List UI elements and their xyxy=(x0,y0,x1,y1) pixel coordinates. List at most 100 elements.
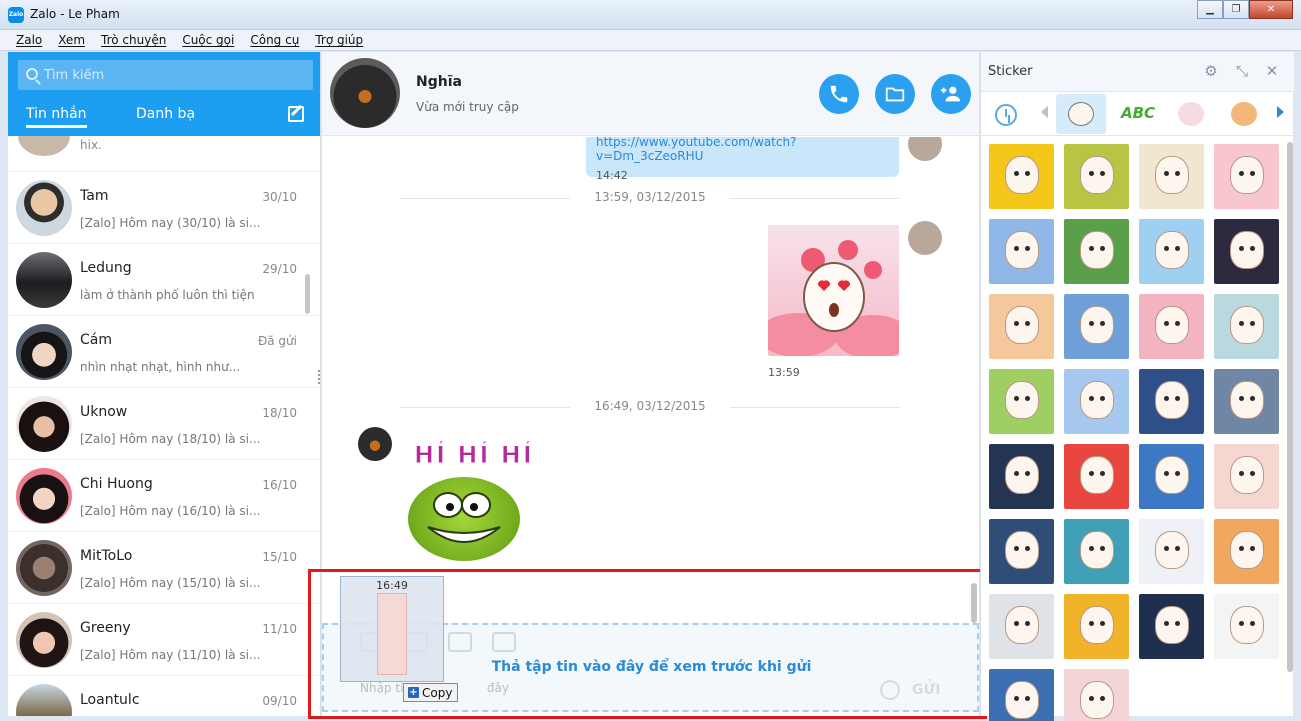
sticker-item[interactable] xyxy=(989,519,1054,584)
collapse-icon[interactable]: ⤡ xyxy=(1234,63,1250,79)
menu-conversation[interactable]: Trò chuyện xyxy=(93,30,174,50)
abc-pack-icon: ABC xyxy=(1121,104,1156,122)
sticker-item[interactable] xyxy=(1214,519,1279,584)
sidebar-scrollbar[interactable] xyxy=(305,274,310,314)
sticker-item[interactable] xyxy=(989,294,1054,359)
sticker-face xyxy=(1080,231,1114,269)
conversation-preview: [Zalo] Hôm nay (11/10) là si... xyxy=(80,648,260,662)
scroll-right-icon[interactable] xyxy=(1277,106,1284,118)
conversation-item[interactable]: MitToLo 15/10 [Zalo] Hôm nay (15/10) là … xyxy=(8,532,320,604)
menu-tools[interactable]: Công cụ xyxy=(242,30,307,50)
recent-icon[interactable] xyxy=(995,104,1017,126)
search-icon xyxy=(26,68,38,80)
minimize-button[interactable]: ▁ xyxy=(1197,0,1223,19)
sticker-panel-header: Sticker ⚙ ⤡ ✕ xyxy=(981,52,1294,92)
sticker-item[interactable] xyxy=(1139,219,1204,284)
message-link[interactable]: https://www.youtube.com/watch?v=Dm_3cZeo… xyxy=(596,137,796,163)
conversation-item[interactable]: Greeny 11/10 [Zalo] Hôm nay (11/10) là s… xyxy=(8,604,320,676)
sticker-face xyxy=(1005,681,1039,719)
conversation-item[interactable]: Loantulc 09/10 xyxy=(8,676,320,716)
date-divider-label: 16:49, 03/12/2015 xyxy=(570,399,730,413)
sticker-pack-tabs: ABC xyxy=(981,92,1294,136)
sticker-item[interactable] xyxy=(1139,519,1204,584)
sticker-pack-tab[interactable] xyxy=(1219,94,1269,134)
sticker-face xyxy=(1230,381,1264,419)
folder-icon xyxy=(885,87,905,102)
sticker-item[interactable] xyxy=(1139,144,1204,209)
gear-icon[interactable]: ⚙ xyxy=(1203,63,1219,79)
sticker-item[interactable] xyxy=(1214,219,1279,284)
send-file-button[interactable] xyxy=(875,74,915,114)
pack-thumbnail-icon xyxy=(1178,102,1204,126)
sticker-image xyxy=(427,492,501,543)
panel-splitter[interactable] xyxy=(318,370,320,384)
avatar xyxy=(16,252,72,308)
sticker-item[interactable] xyxy=(989,369,1054,434)
sticker-panel-scrollbar[interactable] xyxy=(1287,142,1293,672)
link-message-bubble[interactable]: https://www.youtube.com/watch?v=Dm_3cZeo… xyxy=(586,137,899,182)
maximize-button[interactable]: ❐ xyxy=(1223,0,1249,19)
sticker-face xyxy=(1230,156,1264,194)
sticker-item[interactable] xyxy=(989,594,1054,659)
sticker-item[interactable] xyxy=(989,444,1054,509)
sticker-item[interactable] xyxy=(1214,369,1279,434)
tab-messages[interactable]: Tin nhắn xyxy=(26,106,87,128)
conversation-item[interactable]: Cám Đã gửi nhìn nhạt nhạt, hình như... xyxy=(8,316,320,388)
avatar xyxy=(16,396,72,452)
sticker-item[interactable] xyxy=(989,669,1054,721)
conversation-item[interactable]: Chi Huong 16/10 [Zalo] Hôm nay (16/10) l… xyxy=(8,460,320,532)
sticker-item[interactable] xyxy=(1214,294,1279,359)
sticker-item[interactable] xyxy=(1214,444,1279,509)
sent-sticker[interactable] xyxy=(768,225,899,356)
sticker-item[interactable] xyxy=(1064,519,1129,584)
sticker-grid xyxy=(989,144,1281,721)
call-button[interactable] xyxy=(819,74,859,114)
sticker-face xyxy=(1155,231,1189,269)
sticker-pack-tab[interactable] xyxy=(1056,94,1106,134)
close-button[interactable]: ✕ xyxy=(1249,0,1293,19)
menu-help[interactable]: Trợ giúp xyxy=(307,30,371,50)
received-sticker[interactable] xyxy=(408,477,520,561)
sticker-item[interactable] xyxy=(1064,669,1129,721)
sticker-item[interactable] xyxy=(1139,369,1204,434)
sticker-item[interactable] xyxy=(1064,369,1129,434)
search-input[interactable] xyxy=(44,60,304,90)
conversation-time: 11/10 xyxy=(262,622,297,636)
sticker-item[interactable] xyxy=(1064,219,1129,284)
scroll-left-icon[interactable] xyxy=(1041,106,1048,118)
sticker-face xyxy=(1230,456,1264,494)
sticker-face xyxy=(1005,606,1039,644)
menu-view[interactable]: Xem xyxy=(50,30,93,50)
conversation-name: Uknow xyxy=(80,404,128,420)
menu-zalo[interactable]: Zalo xyxy=(8,30,50,50)
sticker-item[interactable] xyxy=(1139,294,1204,359)
conversation-preview: [Zalo] Hôm nay (15/10) là si... xyxy=(80,576,260,590)
compose-icon[interactable] xyxy=(288,106,304,122)
sticker-item[interactable] xyxy=(989,219,1054,284)
menu-calls[interactable]: Cuộc gọi xyxy=(174,30,242,50)
conversation-item[interactable]: Ledung 29/10 làm ở thành phố luôn thì ti… xyxy=(8,244,320,316)
sticker-item[interactable] xyxy=(1214,144,1279,209)
sticker-caption: HÍ HÍ HÍ xyxy=(414,441,534,470)
tab-contacts[interactable]: Danh bạ xyxy=(136,106,195,122)
sticker-face xyxy=(1005,456,1039,494)
sticker-item[interactable] xyxy=(1214,594,1279,659)
sticker-face xyxy=(1005,306,1039,344)
sticker-item[interactable] xyxy=(1064,444,1129,509)
search-box[interactable] xyxy=(18,60,313,90)
conversation-item[interactable]: Uknow 18/10 [Zalo] Hôm nay (18/10) là si… xyxy=(8,388,320,460)
sticker-item[interactable] xyxy=(1064,594,1129,659)
sticker-item[interactable] xyxy=(1064,294,1129,359)
sticker-pack-tab[interactable]: ABC xyxy=(1111,94,1161,134)
add-member-button[interactable] xyxy=(931,74,971,114)
conversation-item[interactable]: Tam 30/10 [Zalo] Hôm nay (30/10) là si..… xyxy=(8,172,320,244)
close-icon[interactable]: ✕ xyxy=(1264,63,1280,79)
list-item[interactable]: hix. xyxy=(8,136,320,172)
sticker-item[interactable] xyxy=(989,144,1054,209)
sticker-item[interactable] xyxy=(1064,144,1129,209)
sticker-item[interactable] xyxy=(1139,444,1204,509)
sticker-pack-tab[interactable] xyxy=(1166,94,1216,134)
sticker-item[interactable] xyxy=(1139,594,1204,659)
contact-status: Vừa mới truy cập xyxy=(416,100,519,114)
contact-avatar[interactable] xyxy=(330,58,400,128)
